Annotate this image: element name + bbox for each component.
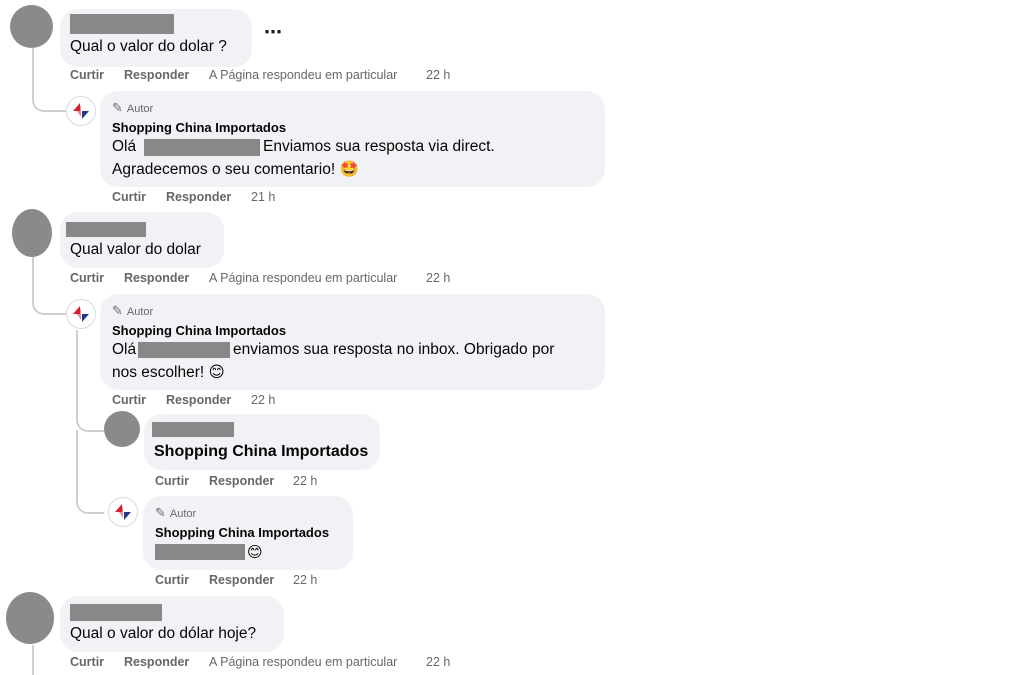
- avatar[interactable]: [10, 5, 53, 48]
- pen-icon: ✎: [155, 505, 166, 520]
- reply-text-line2: Agradecemos o seu comentario! 🤩: [112, 161, 359, 178]
- redacted-username: [144, 139, 260, 156]
- timestamp[interactable]: 22 h: [426, 655, 450, 669]
- reply-text-line2: nos escolher! 😊: [112, 364, 225, 381]
- reply-text: Enviamos sua resposta via direct.: [263, 138, 495, 155]
- like-link[interactable]: Curtir: [155, 474, 189, 488]
- shopping-china-logo-icon: [73, 103, 89, 119]
- avatar[interactable]: [6, 592, 54, 644]
- redacted-username: [138, 342, 230, 358]
- redacted-username: [70, 14, 174, 34]
- private-reply-status: A Página respondeu em particular: [209, 271, 398, 285]
- reply-bubble: Shopping China Importados: [144, 414, 380, 470]
- shopping-china-logo-icon: [73, 306, 89, 322]
- comment-text: Qual o valor do dolar ?: [70, 38, 227, 55]
- page-avatar[interactable]: [66, 96, 96, 126]
- page-avatar[interactable]: [66, 299, 96, 329]
- comment-text: Qual valor do dolar: [70, 241, 201, 258]
- pen-icon: ✎: [112, 100, 123, 115]
- comment-bubble: Qual valor do dolar: [60, 212, 224, 268]
- mention-text[interactable]: Shopping China Importados: [154, 443, 368, 461]
- timestamp[interactable]: 22 h: [293, 573, 317, 587]
- reply-link[interactable]: Responder: [124, 655, 189, 669]
- reply-link[interactable]: Responder: [209, 573, 274, 587]
- comment-bubble: Qual o valor do dólar hoje?: [60, 596, 284, 652]
- comment-text: Qual o valor do dólar hoje?: [70, 625, 257, 642]
- pen-icon: ✎: [112, 303, 123, 318]
- author-badge: ✎ Autor: [112, 303, 154, 318]
- more-options-icon[interactable]: ⋯: [264, 22, 283, 43]
- like-link[interactable]: Curtir: [112, 190, 146, 204]
- thread-line: [32, 645, 34, 675]
- page-name[interactable]: Shopping China Importados: [155, 525, 329, 540]
- reply-link[interactable]: Responder: [166, 190, 231, 204]
- avatar[interactable]: [12, 209, 52, 257]
- reply-link[interactable]: Responder: [209, 474, 274, 488]
- like-link[interactable]: Curtir: [155, 573, 189, 587]
- shopping-china-logo-icon: [115, 504, 131, 520]
- avatar[interactable]: [104, 411, 140, 447]
- thread-line: [32, 48, 66, 112]
- author-badge: ✎ Autor: [155, 505, 197, 520]
- timestamp[interactable]: 22 h: [426, 271, 450, 285]
- timestamp[interactable]: 22 h: [293, 474, 317, 488]
- redacted-username: [70, 604, 162, 621]
- redacted-username: [66, 222, 146, 237]
- timestamp[interactable]: 22 h: [251, 393, 275, 407]
- private-reply-status: A Página respondeu em particular: [209, 655, 398, 669]
- reply-link[interactable]: Responder: [124, 68, 189, 82]
- reply-text: enviamos sua resposta no inbox. Obrigado…: [233, 341, 555, 358]
- reply-text-start: Olá: [112, 138, 137, 155]
- private-reply-status: A Página respondeu em particular: [209, 68, 398, 82]
- like-link[interactable]: Curtir: [70, 655, 104, 669]
- redacted-mention: [155, 544, 245, 560]
- timestamp[interactable]: 21 h: [251, 190, 275, 204]
- thread-line: [76, 430, 104, 514]
- reply-link[interactable]: Responder: [124, 271, 189, 285]
- thread-line: [32, 257, 66, 315]
- timestamp[interactable]: 22 h: [426, 68, 450, 82]
- reply-bubble: ✎ Autor Shopping China Importados Olá Env…: [100, 91, 605, 187]
- like-link[interactable]: Curtir: [70, 271, 104, 285]
- like-link[interactable]: Curtir: [112, 393, 146, 407]
- comment-bubble: Qual o valor do dolar ?: [60, 9, 252, 67]
- like-link[interactable]: Curtir: [70, 68, 104, 82]
- author-badge: ✎ Autor: [112, 100, 154, 115]
- reply-text-start: Olá: [112, 341, 137, 358]
- reply-bubble: ✎ Autor Shopping China Importados 😊: [143, 496, 353, 570]
- redacted-username: [152, 422, 234, 437]
- page-avatar[interactable]: [108, 497, 138, 527]
- reply-link[interactable]: Responder: [166, 393, 231, 407]
- reply-bubble: ✎ Autor Shopping China Importados Olá env…: [100, 294, 605, 390]
- page-name[interactable]: Shopping China Importados: [112, 323, 286, 338]
- reply-emoji: 😊: [247, 544, 263, 561]
- page-name[interactable]: Shopping China Importados: [112, 120, 286, 135]
